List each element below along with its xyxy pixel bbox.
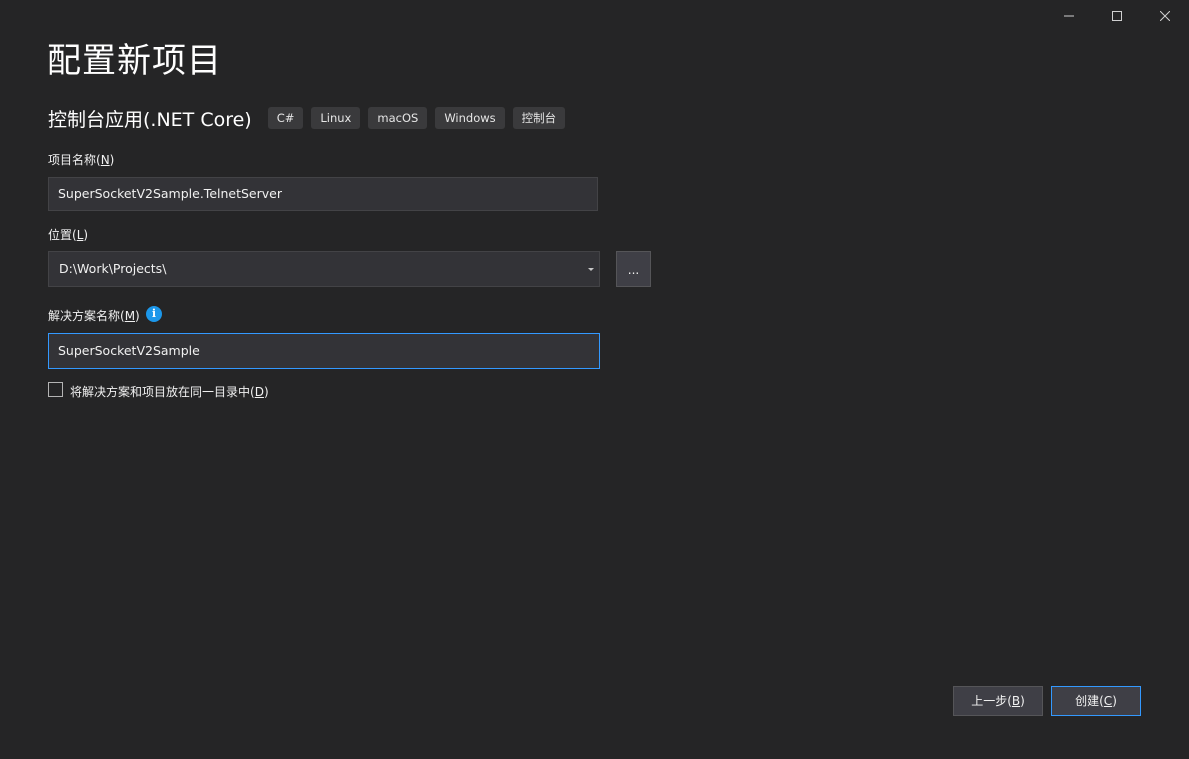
same-directory-accesskey: D (254, 385, 264, 399)
back-button[interactable]: 上一步(B) (953, 686, 1043, 716)
project-name-label-end: ) (109, 153, 115, 167)
template-summary: 控制台应用(.NET Core) C# Linux macOS Windows … (48, 104, 573, 132)
location-value: D:\Work\Projects\ (59, 261, 167, 276)
tag-platform-linux: Linux (311, 107, 361, 129)
back-button-accesskey: B (1011, 694, 1021, 708)
page-title: 配置新项目 (47, 41, 222, 81)
solution-name-accesskey: M (124, 309, 136, 323)
window-controls (1045, 0, 1189, 32)
solution-name-label: 解决方案名称(M) (48, 307, 140, 324)
same-directory-label-text: 将解决方案和项目放在同一目录中( (70, 385, 255, 399)
back-button-label-end: ) (1020, 694, 1025, 708)
configure-project-dialog: 配置新项目 控制台应用(.NET Core) C# Linux macOS Wi… (0, 0, 1189, 759)
location-label-text: 位置( (48, 228, 77, 242)
same-directory-label[interactable]: 将解决方案和项目放在同一目录中(D) (70, 383, 269, 400)
same-directory-label-end: ) (263, 385, 269, 399)
same-directory-checkbox[interactable] (48, 382, 63, 397)
location-label-end: ) (83, 228, 89, 242)
project-name-label-text: 项目名称( (48, 153, 101, 167)
solution-name-input[interactable]: SuperSocketV2Sample (48, 333, 600, 369)
browse-button[interactable]: ... (616, 251, 651, 287)
project-name-input[interactable]: SuperSocketV2Sample.TelnetServer (48, 177, 598, 211)
location-label: 位置(L) (48, 226, 88, 243)
minimize-icon (1064, 15, 1074, 17)
maximize-button[interactable] (1093, 0, 1141, 32)
solution-name-label-end: ) (135, 309, 140, 323)
tag-language: C# (267, 107, 304, 129)
info-icon[interactable]: i (146, 306, 162, 322)
location-combobox[interactable]: D:\Work\Projects\ (48, 251, 600, 287)
close-button[interactable] (1141, 0, 1189, 32)
back-button-label: 上一步( (971, 694, 1012, 708)
close-icon (1160, 11, 1170, 21)
solution-name-label-text: 解决方案名称( (48, 309, 125, 323)
create-button[interactable]: 创建(C) (1051, 686, 1141, 716)
tag-platform-windows: Windows (435, 107, 505, 129)
create-button-label-end: ) (1112, 694, 1117, 708)
minimize-button[interactable] (1045, 0, 1093, 32)
maximize-icon (1112, 11, 1122, 21)
tag-project-type: 控制台 (512, 107, 566, 129)
project-name-label: 项目名称(N) (48, 151, 114, 168)
create-button-accesskey: C (1103, 694, 1113, 708)
project-name-accesskey: N (100, 153, 110, 167)
template-name: 控制台应用(.NET Core) (48, 108, 252, 131)
tag-platform-macos: macOS (368, 107, 428, 129)
dropdown-arrow-icon[interactable] (587, 265, 595, 273)
create-button-label: 创建( (1075, 694, 1104, 708)
